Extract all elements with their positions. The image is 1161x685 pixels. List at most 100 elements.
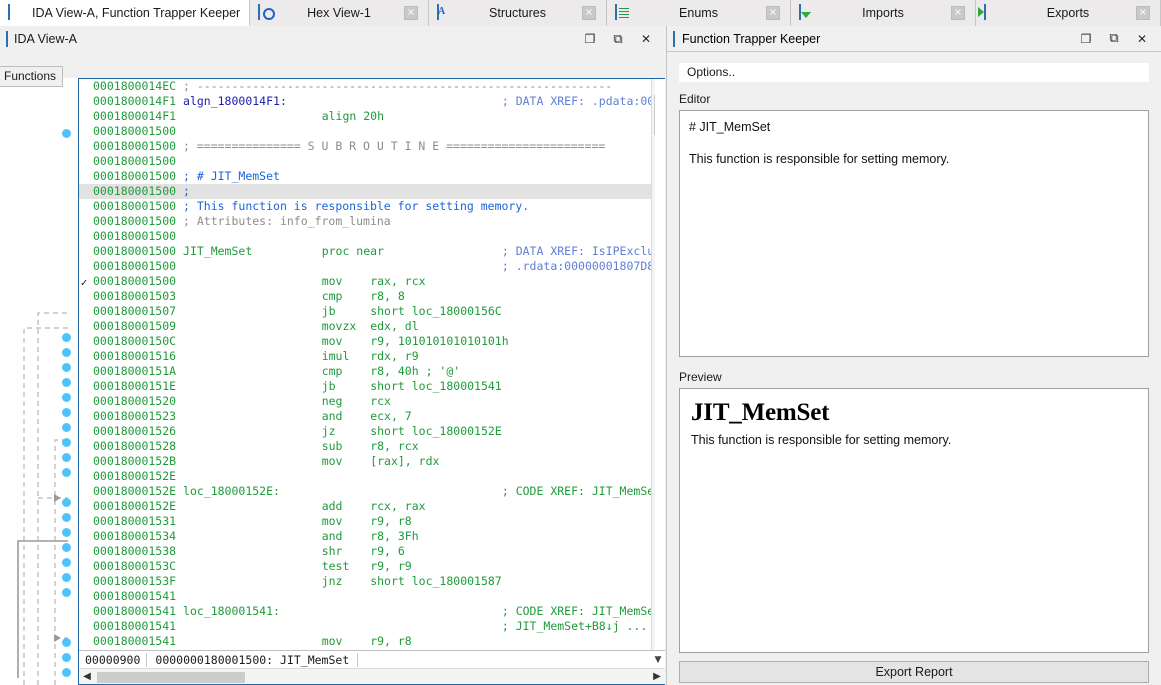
disassembly-line[interactable]: 000180001500 JIT_MemSet proc near ; DATA …	[79, 244, 651, 259]
disassembly-line[interactable]: 000180001509 movzx edx, dl	[79, 319, 651, 334]
disassembly-line[interactable]: 00018000152B mov [rax], rdx	[79, 454, 651, 469]
disassembly-line[interactable]: 000180001500 ; =============== S U B R …	[79, 139, 651, 154]
line-address: 00018000150C	[93, 334, 183, 348]
disassembly-line[interactable]: 0001800014F1 algn_1800014F1: ; DATA XREF…	[79, 94, 651, 109]
disassembly-line[interactable]: 00018000152E add rcx, rax	[79, 499, 651, 514]
graph-node-dot	[62, 129, 71, 138]
disassembly-token: short loc_180001541	[370, 379, 502, 394]
disassembly-line[interactable]: 000180001516 imul rdx, r9	[79, 349, 651, 364]
doc-icon	[673, 32, 675, 46]
disassembly-line[interactable]: 000180001500 ; This function is respons…	[79, 199, 651, 214]
disassembly-line[interactable]: 0001800014F1 align 20h	[79, 109, 651, 124]
graph-node-dot	[62, 543, 71, 552]
disassembly-line[interactable]: 0001800014EC ; ------------------------…	[79, 79, 651, 94]
disassembly-line[interactable]: 000180001541 loc_180001541: ; CODE XREF:…	[79, 604, 651, 619]
tab-hex-view-1[interactable]: Hex View-1 ×	[250, 0, 429, 26]
hscroll-track[interactable]	[95, 671, 649, 683]
disassembly-line[interactable]: 000180001526 jz short loc_18000152E	[79, 424, 651, 439]
disassembly-line[interactable]: 00018000153F jnz short loc_180001587	[79, 574, 651, 589]
graph-node-dot	[62, 638, 71, 647]
tab-close-icon[interactable]: ×	[766, 6, 780, 20]
disassembly-line[interactable]: 000180001531 mov r9, r8	[79, 514, 651, 529]
disassembly-token: ; --------------------------------------…	[183, 79, 612, 93]
disassembly-token: ; JIT_MemSet+B8↓j ...	[502, 619, 647, 634]
disassembly-token: ; .rdata:00000001807D80B0↓	[502, 259, 651, 274]
disassembly-line[interactable]: 000180001503 cmp r8, 8	[79, 289, 651, 304]
chevron-down-icon[interactable]: ▼	[651, 655, 665, 665]
line-address: 000180001531	[93, 514, 183, 528]
disassembly-line[interactable]: 000180001500	[79, 124, 651, 139]
disassembly-token: r8, 40h ; '@'	[370, 364, 460, 379]
disassembly-line[interactable]: 000180001500 ;	[79, 184, 651, 199]
tab-label: IDA View-A, Function Trapper Keeper	[32, 6, 242, 20]
restore-button[interactable]: ❐	[583, 32, 597, 46]
disassembly-token: and	[322, 529, 343, 544]
tab-label: Hex View-1	[282, 6, 396, 20]
disassembly-line[interactable]: 000180001500 ; Attributes: info_from_lu…	[79, 214, 651, 229]
disassembly-token: jb	[322, 379, 336, 394]
preview-label: Preview	[679, 370, 1149, 384]
scroll-left-icon[interactable]: ◀	[79, 669, 95, 685]
maximize-button[interactable]: ⧉	[1107, 32, 1121, 46]
close-button[interactable]: ✕	[639, 32, 653, 46]
disassembly-horizontal-scrollbar[interactable]: ◀ ▶	[79, 668, 665, 684]
disassembly-line[interactable]: 00018000152E loc_18000152E: ; CODE XREF:…	[79, 484, 651, 499]
scrollbar-thumb[interactable]	[97, 672, 245, 683]
panel-title-label: IDA View-A	[14, 32, 583, 46]
disassembly-line[interactable]: 000180001500 ; # JIT_MemSet	[79, 169, 651, 184]
functions-side-tab[interactable]: Functions	[0, 66, 63, 87]
disassembly-token: neg	[322, 394, 343, 409]
editor-textarea[interactable]: # JIT_MemSet This function is responsibl…	[679, 110, 1149, 357]
disassembly-line[interactable]: ✓ 000180001500 mov rax, rcx	[79, 274, 651, 289]
tab-close-icon[interactable]: ×	[582, 6, 596, 20]
tab-close-icon[interactable]: ×	[951, 6, 965, 20]
tab-enums[interactable]: Enums ×	[607, 0, 791, 26]
disassembly-line[interactable]: 000180001500	[79, 229, 651, 244]
maximize-button[interactable]: ⧉	[611, 32, 625, 46]
close-button[interactable]: ✕	[1135, 32, 1149, 46]
tab-exports[interactable]: Exports ×	[976, 0, 1161, 26]
hex-view-icon	[258, 5, 274, 21]
disassembly-line[interactable]: 000180001528 sub r8, rcx	[79, 439, 651, 454]
panel-title-label: Function Trapper Keeper	[682, 32, 1079, 46]
disassembly-line[interactable]: 000180001507 jb short loc_18000156C	[79, 304, 651, 319]
scroll-right-icon[interactable]: ▶	[649, 669, 665, 685]
disassembly-line[interactable]: 000180001500	[79, 154, 651, 169]
disassembly-line[interactable]: 00018000150C mov r9, 101010101010101h	[79, 334, 651, 349]
restore-button[interactable]: ❐	[1079, 32, 1093, 46]
ftk-body: Options.. Editor # JIT_MemSet This funct…	[667, 53, 1161, 685]
disassembly-token: add	[322, 499, 343, 514]
disassembly-lines[interactable]: 0001800014EC ; ------------------------…	[79, 79, 651, 650]
graph-node-dot	[62, 668, 71, 677]
disassembly-token: mov	[322, 334, 343, 349]
disassembly-line[interactable]: 000180001541 ; JIT_MemSet+B8↓j ...	[79, 619, 651, 634]
disassembly-line[interactable]: 00018000153C test r9, r9	[79, 559, 651, 574]
line-address: 00018000151A	[93, 364, 183, 378]
line-address: 000180001500	[93, 139, 183, 153]
disassembly-line[interactable]: 000180001541 mov r9, r8	[79, 634, 651, 649]
tab-close-icon[interactable]: ×	[1136, 6, 1150, 20]
disassembly-token: mov	[322, 274, 343, 289]
disassembly-line[interactable]: 00018000151E jb short loc_180001541	[79, 379, 651, 394]
disassembly-line[interactable]: 000180001523 and ecx, 7	[79, 409, 651, 424]
disassembly-line[interactable]: 00018000151A cmp r8, 40h ; '@'	[79, 364, 651, 379]
tab-structures[interactable]: Structures ×	[429, 0, 607, 26]
tab-ida-view-a[interactable]: IDA View-A, Function Trapper Keeper ×	[0, 0, 250, 26]
line-address: 000180001541	[93, 604, 183, 618]
tab-close-icon[interactable]: ×	[404, 6, 418, 20]
graph-overview-gutter[interactable]	[0, 78, 78, 685]
disassembly-line[interactable]: 000180001500 ; .rdata:00000001807D80B0↓	[79, 259, 651, 274]
disassembly-token: cmp	[322, 289, 343, 304]
disassembly-line[interactable]: 000180001534 and r8, 3Fh	[79, 529, 651, 544]
disassembly-line[interactable]: 000180001538 shr r9, 6	[79, 544, 651, 559]
exports-icon	[984, 5, 1000, 21]
menu-item-options[interactable]: Options..	[679, 64, 743, 81]
disassembly-line[interactable]: 000180001520 neg rcx	[79, 394, 651, 409]
disassembly-line[interactable]: 000180001541	[79, 589, 651, 604]
export-report-button[interactable]: Export Report	[679, 661, 1149, 683]
tab-imports[interactable]: Imports ×	[791, 0, 976, 26]
disassembly-token: r9, 6	[370, 544, 405, 559]
disassembly-line[interactable]: 00018000152E	[79, 469, 651, 484]
disassembly-view[interactable]: 0001800014EC ; ------------------------…	[78, 78, 665, 685]
preview-body: This function is responsible for setting…	[691, 433, 1137, 447]
